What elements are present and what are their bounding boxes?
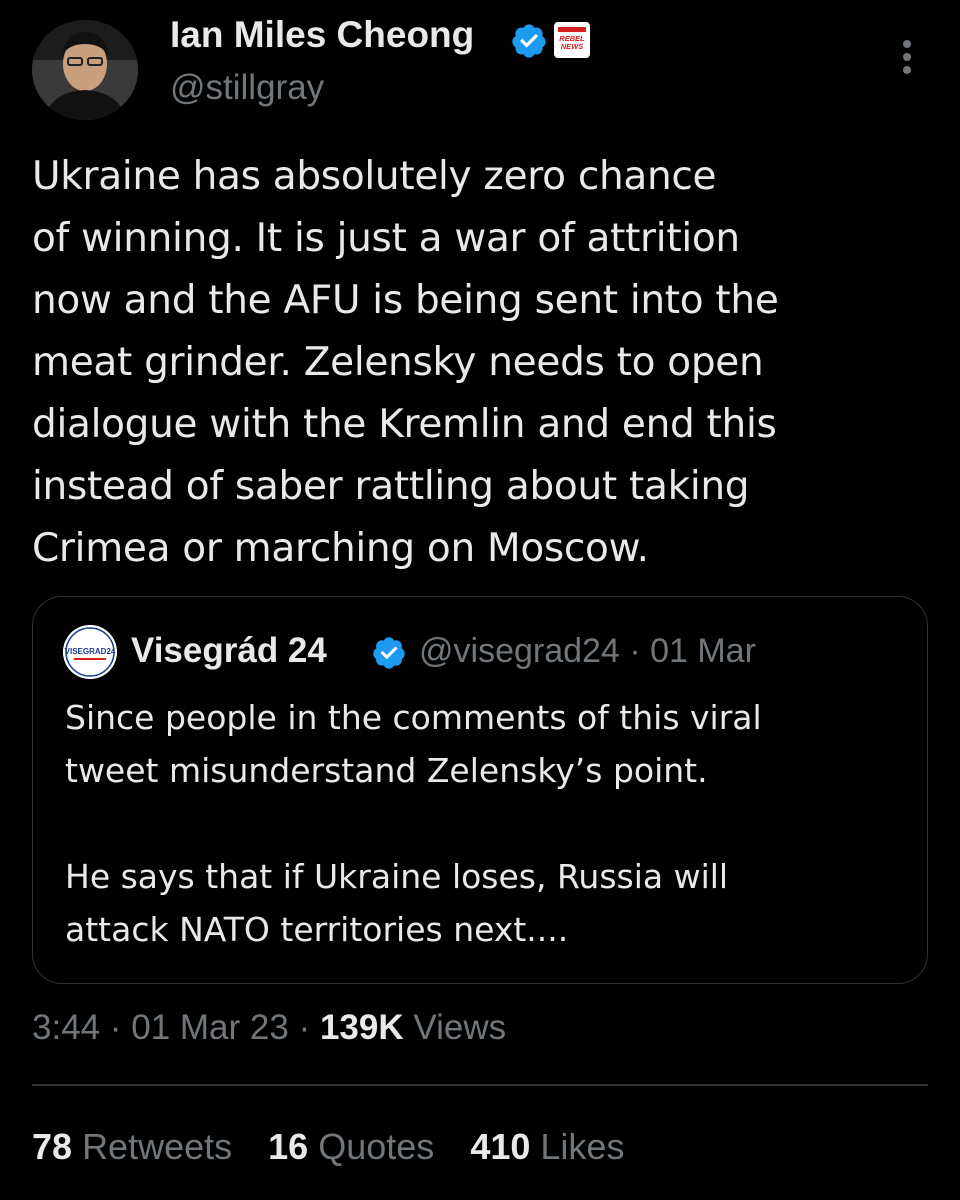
meta-separator: ·: [109, 1008, 122, 1047]
views-label: Views: [413, 1008, 507, 1047]
visegrad24-logo-icon: VISEGRAD24: [63, 625, 117, 679]
quotes-count: 16: [268, 1126, 309, 1167]
tweet-date[interactable]: 01 Mar 23: [131, 1008, 289, 1047]
engagement-stats: 78 Retweets 16 Quotes 410 Likes: [32, 1126, 650, 1168]
retweets-stat[interactable]: 78 Retweets: [32, 1126, 232, 1168]
quoted-meta: @visegrad24 · 01 Mar: [419, 632, 756, 671]
retweets-label: Retweets: [82, 1126, 233, 1167]
author-handle[interactable]: @stillgray: [170, 68, 324, 108]
quotes-stat[interactable]: 16 Quotes: [268, 1126, 434, 1168]
quoted-tweet-card[interactable]: VISEGRAD24 Visegrád 24 @visegrad24 · 01 …: [32, 596, 928, 984]
likes-stat[interactable]: 410 Likes: [470, 1126, 624, 1168]
quoted-handle[interactable]: @visegrad24: [419, 632, 620, 670]
verified-badge-icon: [373, 637, 405, 669]
tweet-time[interactable]: 3:44: [32, 1008, 100, 1047]
affiliate-badge[interactable]: REBEL NEWS: [554, 22, 590, 58]
quoted-display-name[interactable]: Visegrád 24: [131, 631, 327, 671]
quotes-label: Quotes: [318, 1126, 435, 1167]
rebel-news-logo-icon: REBEL NEWS: [556, 24, 588, 56]
author-display-name[interactable]: Ian Miles Cheong: [170, 14, 474, 56]
quoted-date[interactable]: 01 Mar: [650, 632, 756, 670]
views-count: 139K: [319, 1008, 404, 1047]
tweet-text: Ukraine has absolutely zero chance of wi…: [32, 154, 779, 571]
verified-badge-icon: [512, 24, 546, 58]
svg-text:NEWS: NEWS: [561, 42, 584, 51]
author-avatar[interactable]: [32, 20, 138, 120]
quoted-separator: ·: [629, 632, 641, 670]
svg-text:VISEGRAD24: VISEGRAD24: [65, 647, 116, 656]
tweet-meta-row: 3:44 · 01 Mar 23 · 139K Views: [32, 1008, 506, 1048]
more-options-icon[interactable]: [892, 38, 922, 78]
divider: [32, 1084, 928, 1086]
likes-label: Likes: [540, 1126, 625, 1167]
likes-count: 410: [470, 1126, 531, 1167]
meta-separator: ·: [298, 1008, 311, 1047]
tweet-detail: Ian Miles Cheong REBEL NEWS @stillgray U…: [0, 0, 960, 1200]
retweets-count: 78: [32, 1126, 73, 1167]
quoted-avatar[interactable]: VISEGRAD24: [63, 625, 117, 679]
quoted-tweet-text: Since people in the comments of this vir…: [65, 698, 762, 949]
